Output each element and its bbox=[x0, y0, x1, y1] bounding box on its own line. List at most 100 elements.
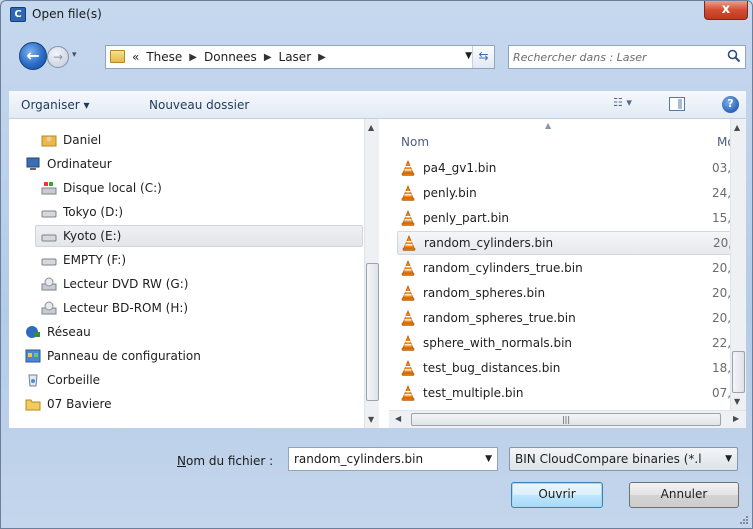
title-bar[interactable]: C Open file(s) x bbox=[1, 1, 752, 27]
file-name: random_cylinders.bin bbox=[424, 236, 554, 250]
address-bar[interactable]: « These ▶ Donnees ▶ Laser ▶ ▼ ⇆ bbox=[105, 45, 495, 69]
file-date: 07, bbox=[712, 386, 732, 400]
sidebar-item-panneau[interactable]: Panneau de configuration bbox=[25, 345, 201, 367]
sidebar-item-ordinateur[interactable]: Ordinateur bbox=[25, 153, 112, 175]
vlc-file-icon bbox=[401, 335, 415, 351]
file-row[interactable]: pa4_gv1.bin 03, bbox=[397, 156, 732, 180]
scroll-down-icon[interactable]: ▼ bbox=[368, 415, 374, 424]
file-list-pane: ▲ Nom Mo pa4_gv1.bin 03, penly.bin 24, penly… bbox=[389, 119, 746, 428]
file-date: 20, bbox=[712, 261, 732, 275]
network-icon bbox=[25, 325, 41, 339]
open-button[interactable]: Ouvrir bbox=[511, 482, 603, 508]
chevron-down-icon[interactable]: ▼ bbox=[485, 454, 492, 464]
file-row[interactable]: random_cylinders_true.bin 20, bbox=[397, 256, 732, 280]
file-name: random_spheres_true.bin bbox=[423, 311, 576, 325]
chevron-down-icon[interactable]: ▼ bbox=[725, 454, 732, 464]
vlc-file-icon bbox=[401, 310, 415, 326]
cancel-button[interactable]: Annuler bbox=[629, 482, 739, 508]
chevron-right-icon[interactable]: ▶ bbox=[189, 50, 197, 65]
back-button[interactable]: ← bbox=[19, 42, 47, 70]
sidebar-item-daniel[interactable]: Daniel bbox=[41, 129, 101, 151]
file-date: 20, bbox=[712, 311, 732, 325]
scroll-down-icon[interactable]: ▼ bbox=[734, 397, 740, 406]
file-type-filter[interactable]: BIN CloudCompare binaries (*.l ▼ bbox=[509, 447, 738, 471]
chevron-right-icon[interactable]: ▶ bbox=[264, 50, 272, 65]
sidebar-item-kyoto[interactable]: Kyoto (E:) bbox=[35, 225, 363, 247]
sidebar-item-bdrom[interactable]: Lecteur BD-ROM (H:) bbox=[41, 297, 188, 319]
file-row[interactable]: test_multiple.bin 07, bbox=[397, 381, 732, 405]
resize-grip-icon[interactable] bbox=[739, 515, 749, 525]
chevron-right-icon[interactable]: ▶ bbox=[318, 50, 326, 65]
vlc-file-icon bbox=[401, 210, 415, 226]
address-dropdown-icon[interactable]: ▼ bbox=[465, 51, 472, 61]
file-row[interactable]: sphere_with_normals.bin 22, bbox=[397, 331, 732, 355]
file-row[interactable]: test_bug_distances.bin 18, bbox=[397, 356, 732, 380]
drive-icon bbox=[41, 205, 57, 219]
scrollbar-thumb[interactable] bbox=[732, 351, 745, 393]
new-folder-button[interactable]: Nouveau dossier bbox=[149, 98, 249, 112]
sidebar-item-reseau[interactable]: Réseau bbox=[25, 321, 91, 343]
filename-combobox[interactable]: ▼ bbox=[288, 447, 498, 471]
breadcrumb-overflow[interactable]: « bbox=[132, 50, 139, 65]
filename-input[interactable] bbox=[294, 451, 474, 467]
file-name: test_bug_distances.bin bbox=[423, 361, 561, 375]
close-button[interactable]: x bbox=[704, 1, 748, 20]
sidebar-item-tokyo[interactable]: Tokyo (D:) bbox=[41, 201, 123, 223]
sidebar-item-empty[interactable]: EMPTY (F:) bbox=[41, 249, 126, 271]
file-row[interactable]: random_spheres_true.bin 20, bbox=[397, 306, 732, 330]
file-row[interactable]: random_spheres.bin 20, bbox=[397, 281, 732, 305]
recycle-bin-icon bbox=[25, 373, 41, 387]
breadcrumb-laser[interactable]: Laser bbox=[279, 50, 312, 65]
file-name: random_spheres.bin bbox=[423, 286, 546, 300]
views-menu-icon[interactable]: ☷ ▾ bbox=[613, 96, 632, 109]
dialog-window: C Open file(s) x ← → ▾ « These ▶ Donnees… bbox=[0, 0, 753, 529]
sidebar-item-corbeille[interactable]: Corbeille bbox=[25, 369, 100, 391]
file-row[interactable]: penly.bin 24, bbox=[397, 181, 732, 205]
file-vertical-scrollbar[interactable]: ▲ ▼ bbox=[730, 119, 746, 410]
scroll-right-icon[interactable]: ▶ bbox=[733, 414, 739, 423]
file-row[interactable]: penly_part.bin 15, bbox=[397, 206, 732, 230]
preview-pane-icon[interactable] bbox=[669, 97, 685, 111]
file-name: penly.bin bbox=[423, 186, 477, 200]
vlc-file-icon bbox=[401, 385, 415, 401]
dvd-drive-icon bbox=[41, 277, 57, 291]
breadcrumb-donnees[interactable]: Donnees bbox=[204, 50, 257, 65]
scroll-up-icon[interactable]: ▲ bbox=[368, 123, 374, 132]
file-horizontal-scrollbar[interactable]: ◀ ||| ▶ bbox=[389, 410, 746, 428]
scroll-up-icon[interactable]: ▲ bbox=[734, 123, 740, 132]
scrollbar-thumb[interactable] bbox=[366, 263, 379, 401]
sidebar-item-disque-local[interactable]: Disque local (C:) bbox=[41, 177, 162, 199]
help-icon[interactable]: ? bbox=[722, 96, 739, 113]
toolbar: Organiser ▾ Nouveau dossier ☷ ▾ ? bbox=[9, 91, 746, 119]
search-box[interactable] bbox=[508, 45, 746, 69]
breadcrumb-these[interactable]: These bbox=[146, 50, 182, 65]
search-icon[interactable] bbox=[727, 49, 741, 63]
file-date: 18, bbox=[712, 361, 732, 375]
drive-icon bbox=[41, 253, 57, 267]
window-title: Open file(s) bbox=[32, 7, 102, 21]
scrollbar-thumb[interactable]: ||| bbox=[411, 413, 721, 426]
file-type-value: BIN CloudCompare binaries (*.l bbox=[515, 452, 702, 466]
forward-button[interactable]: → bbox=[47, 46, 69, 68]
file-name: pa4_gv1.bin bbox=[423, 161, 497, 175]
file-row[interactable]: random_cylinders.bin 20, bbox=[397, 231, 732, 255]
search-input[interactable] bbox=[513, 49, 713, 65]
drive-icon bbox=[41, 229, 57, 243]
refresh-button[interactable]: ⇆ bbox=[472, 46, 494, 68]
sidebar-item-baviere[interactable]: 07 Baviere bbox=[25, 393, 112, 415]
navigation-scrollbar[interactable]: ▲ ▼ bbox=[364, 119, 379, 428]
history-dropdown-icon[interactable]: ▾ bbox=[72, 50, 77, 60]
sidebar-item-label: Kyoto (E:) bbox=[63, 229, 122, 243]
sidebar-item-dvd[interactable]: Lecteur DVD RW (G:) bbox=[41, 273, 188, 295]
scroll-left-icon[interactable]: ◀ bbox=[395, 414, 401, 423]
file-date: 03, bbox=[712, 161, 732, 175]
computer-icon bbox=[25, 157, 41, 171]
column-header-name[interactable]: Nom bbox=[401, 135, 429, 149]
navigation-bar: ← → ▾ « These ▶ Donnees ▶ Laser ▶ ▼ ⇆ bbox=[1, 42, 752, 75]
organize-menu[interactable]: Organiser ▾ bbox=[21, 98, 89, 112]
control-panel-icon bbox=[25, 349, 41, 363]
vlc-file-icon bbox=[401, 260, 415, 276]
sidebar-item-label: Réseau bbox=[47, 325, 91, 339]
user-folder-icon bbox=[41, 133, 57, 147]
dvd-drive-icon bbox=[41, 301, 57, 315]
